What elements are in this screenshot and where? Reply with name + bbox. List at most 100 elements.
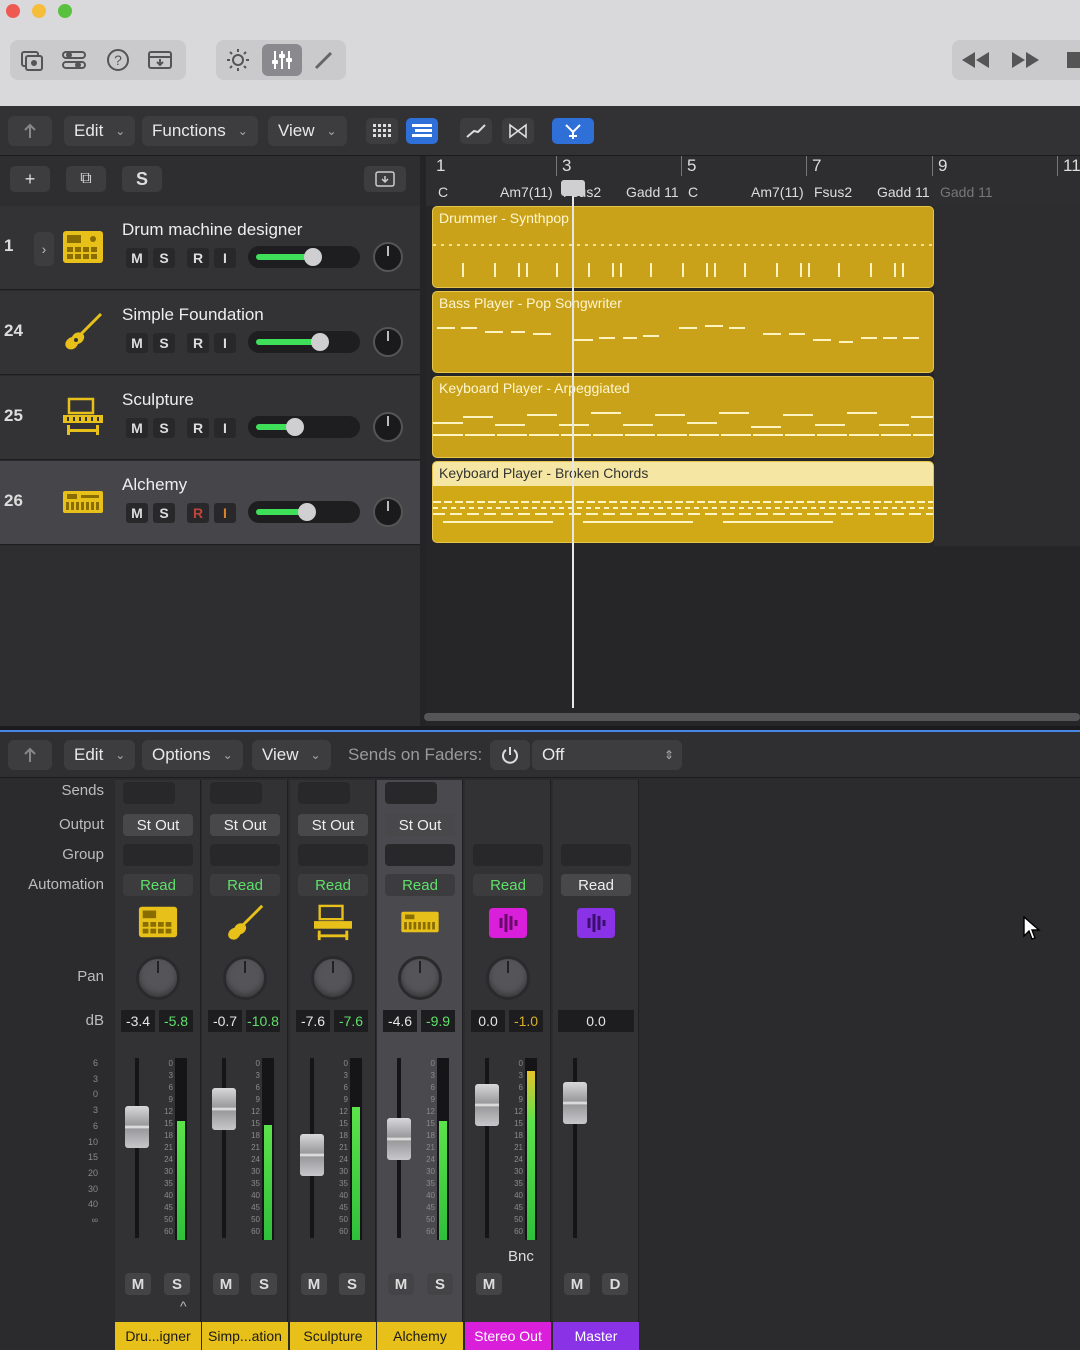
fader-track[interactable] xyxy=(222,1058,226,1238)
strip-name[interactable]: Dru...igner xyxy=(115,1322,201,1350)
peak-readout[interactable]: -9.9 xyxy=(421,1010,455,1032)
fast-forward-icon[interactable] xyxy=(1008,44,1044,76)
region-bass[interactable]: Bass Player - Pop Songwriter xyxy=(432,291,934,373)
mute-button[interactable]: M xyxy=(126,418,148,438)
volume-readout[interactable]: -0.7 xyxy=(208,1010,242,1032)
playhead-handle[interactable] xyxy=(561,180,585,196)
sends-mode-select[interactable]: Off ⇕ xyxy=(532,740,682,770)
mute-button[interactable]: M xyxy=(476,1273,502,1295)
channel-strip[interactable]: St Out Read xyxy=(202,780,288,1350)
mute-button[interactable]: M xyxy=(213,1273,239,1295)
group-slot[interactable] xyxy=(385,844,455,866)
output-button[interactable]: St Out xyxy=(298,814,368,836)
channel-strip-master[interactable]: Read xyxy=(553,780,639,1350)
stop-icon[interactable] xyxy=(1056,44,1080,76)
volume-knob[interactable] xyxy=(304,248,322,266)
power-icon[interactable] xyxy=(490,740,530,770)
solo-button[interactable]: S xyxy=(251,1273,277,1295)
pan-knob[interactable] xyxy=(373,412,403,442)
send-slot[interactable] xyxy=(210,782,262,804)
automation-mode-button[interactable]: Read xyxy=(473,874,543,896)
pencil-icon[interactable] xyxy=(306,44,342,76)
output-button[interactable]: St Out xyxy=(385,814,455,836)
output-button[interactable]: St Out xyxy=(210,814,280,836)
bounce-button[interactable]: Bnc xyxy=(508,1248,534,1265)
record-enable-button[interactable]: R xyxy=(187,248,209,268)
pan-knob[interactable] xyxy=(373,497,403,527)
quick-help-icon[interactable]: ? xyxy=(100,44,136,76)
playhead[interactable] xyxy=(572,180,574,708)
output-button[interactable]: St Out xyxy=(123,814,193,836)
import-icon[interactable] xyxy=(142,44,178,76)
record-enable-button[interactable]: R xyxy=(187,503,209,523)
zoom-window-button[interactable] xyxy=(58,4,72,18)
caret-up-icon[interactable]: ^ xyxy=(180,1298,187,1314)
fader-track[interactable] xyxy=(135,1058,139,1238)
pan-knob[interactable] xyxy=(311,956,355,1000)
send-slot[interactable] xyxy=(298,782,350,804)
disclosure-icon[interactable]: › xyxy=(34,232,54,266)
automation-mode-button[interactable]: Read xyxy=(298,874,368,896)
brightness-icon[interactable] xyxy=(220,44,256,76)
channel-strip[interactable]: St Out Read xyxy=(290,780,376,1350)
mixer-edit-menu[interactable]: Edit ⌄ xyxy=(64,740,136,770)
peak-readout[interactable]: -10.8 xyxy=(246,1010,280,1032)
pan-knob[interactable] xyxy=(373,242,403,272)
track-name[interactable]: Alchemy xyxy=(122,475,187,495)
volume-readout[interactable]: 0.0 xyxy=(471,1010,505,1032)
volume-knob[interactable] xyxy=(298,503,316,521)
mixer-icon[interactable] xyxy=(262,44,302,76)
mute-button[interactable]: M xyxy=(126,248,148,268)
region-keyboard-arpeggiated[interactable]: Keyboard Player - Arpeggiated xyxy=(432,376,934,458)
catch-icon[interactable] xyxy=(552,118,594,144)
solo-button[interactable]: S xyxy=(427,1273,453,1295)
dim-button[interactable]: D xyxy=(602,1273,628,1295)
mute-button[interactable]: M xyxy=(126,503,148,523)
group-slot[interactable] xyxy=(473,844,543,866)
record-enable-button[interactable]: R xyxy=(187,333,209,353)
minimize-window-button[interactable] xyxy=(32,4,46,18)
volume-slider[interactable] xyxy=(248,501,360,523)
strip-name[interactable]: Alchemy xyxy=(377,1322,463,1350)
track-row[interactable]: 25 Sculpture M S R I xyxy=(0,376,420,460)
fader-handle[interactable] xyxy=(475,1084,499,1126)
close-window-button[interactable] xyxy=(6,4,20,18)
solo-button[interactable]: S xyxy=(339,1273,365,1295)
inspector-icon[interactable] xyxy=(56,44,92,76)
mute-button[interactable]: M xyxy=(388,1273,414,1295)
group-slot[interactable] xyxy=(561,844,631,866)
send-slot[interactable] xyxy=(123,782,175,804)
record-enable-button[interactable]: R xyxy=(187,418,209,438)
group-slot[interactable] xyxy=(210,844,280,866)
volume-knob[interactable] xyxy=(286,418,304,436)
pan-knob[interactable] xyxy=(486,956,530,1000)
channel-strip[interactable]: St Out Read xyxy=(115,780,201,1350)
region-drummer[interactable]: Drummer - Synthpop xyxy=(432,206,934,288)
input-monitor-button[interactable]: I xyxy=(214,333,236,353)
add-track-button[interactable]: + xyxy=(10,166,50,192)
group-slot[interactable] xyxy=(298,844,368,866)
track-row-selected[interactable]: 26 Alchemy M S R I xyxy=(0,461,420,545)
volume-readout[interactable]: -3.4 xyxy=(121,1010,155,1032)
ruler[interactable]: 1 3 5 7 9 11 C Am7(11) Fsus2 Gadd 11 C A… xyxy=(426,156,1080,206)
collapse-icon[interactable] xyxy=(364,166,406,192)
horizontal-scrollbar[interactable] xyxy=(424,713,1080,721)
solo-button[interactable]: S xyxy=(153,503,175,523)
solo-button[interactable]: S xyxy=(164,1273,190,1295)
mute-button[interactable]: M xyxy=(301,1273,327,1295)
mute-button[interactable]: M xyxy=(564,1273,590,1295)
grid-icon[interactable] xyxy=(366,118,398,144)
volume-knob[interactable] xyxy=(311,333,329,351)
automation-mode-button[interactable]: Read xyxy=(123,874,193,896)
volume-slider[interactable] xyxy=(248,331,360,353)
solo-button[interactable]: S xyxy=(153,418,175,438)
track-name[interactable]: Simple Foundation xyxy=(122,305,264,325)
input-monitor-button[interactable]: I xyxy=(214,503,236,523)
track-row[interactable]: 1 › Drum machine designer M S R I xyxy=(0,206,420,290)
input-monitor-button[interactable]: I xyxy=(214,418,236,438)
global-solo-button[interactable]: S xyxy=(122,166,162,192)
peak-readout[interactable]: -1.0 xyxy=(509,1010,543,1032)
peak-readout[interactable]: -5.8 xyxy=(159,1010,193,1032)
automation-curve-icon[interactable] xyxy=(460,118,492,144)
strip-name[interactable]: Simp...ation xyxy=(202,1322,288,1350)
